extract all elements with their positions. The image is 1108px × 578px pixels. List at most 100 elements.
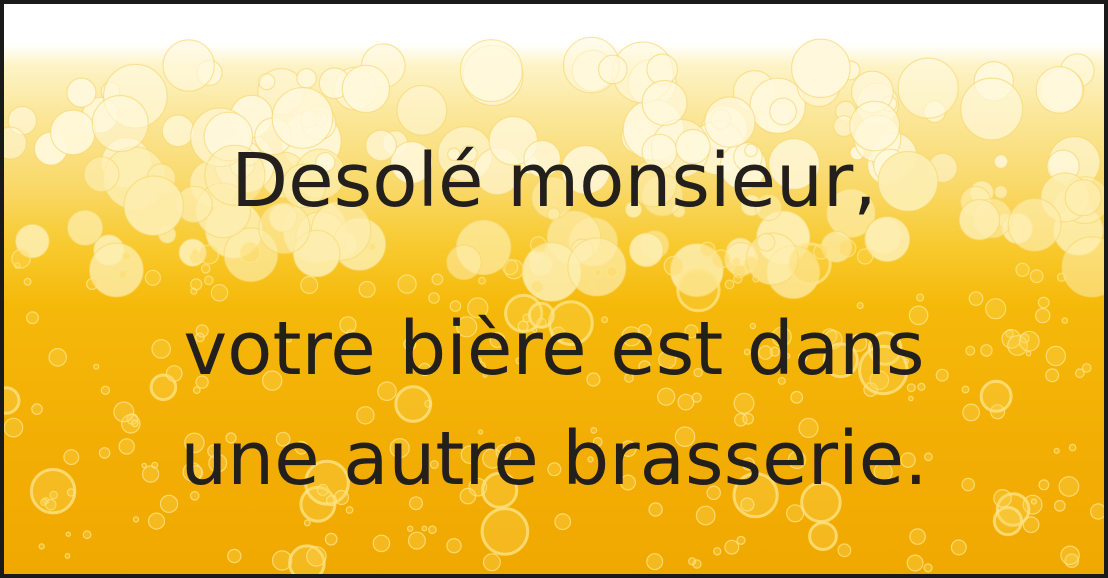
beer-bubble <box>4 386 21 415</box>
beer-bubble <box>676 267 721 313</box>
beer-bubble <box>38 543 45 550</box>
beer-bubble <box>1053 499 1066 512</box>
beer-bubble <box>906 554 924 572</box>
beer-bubble <box>421 525 428 532</box>
beer-bubble <box>159 494 179 514</box>
beer-bubble <box>724 279 735 290</box>
beer-bubble <box>502 259 519 276</box>
beer-bubble <box>407 525 414 532</box>
beer-bubble <box>372 534 391 553</box>
foam-bubble <box>459 39 523 103</box>
beer-bubble <box>687 557 697 566</box>
foam-bubble <box>66 77 97 108</box>
beer-bubble <box>530 280 544 293</box>
foam-bubble <box>341 64 391 114</box>
foam-bubble <box>258 73 276 91</box>
foam-bubble <box>162 39 215 92</box>
beer-bubble <box>594 268 602 277</box>
beer-bubble <box>699 241 716 258</box>
message-line-2: votre bière est dans <box>183 306 925 392</box>
beer-bubble <box>1029 269 1044 284</box>
beer-bubble <box>743 256 759 272</box>
beer-bubble <box>204 275 214 286</box>
beer-bubble <box>431 273 444 286</box>
beer-bubble <box>144 269 161 286</box>
beer-bubble <box>85 278 98 291</box>
beer-bubble <box>23 277 32 286</box>
beer-bubble <box>713 547 722 556</box>
foam-bubble <box>1035 66 1084 114</box>
beer-bubble <box>923 563 933 573</box>
beer-bubble <box>198 244 220 265</box>
beer-bubble <box>961 385 970 394</box>
foam-bubble <box>446 244 482 281</box>
foam-bubble <box>897 57 959 119</box>
beer-bubble <box>695 505 716 526</box>
foam-bubble <box>960 77 1024 141</box>
beer-bubble <box>100 385 111 395</box>
foam-bubble <box>88 242 144 298</box>
beer-bubble <box>790 390 804 404</box>
beer-bubble <box>691 392 702 403</box>
beer-bubble <box>227 548 242 564</box>
beer-bubble <box>482 553 501 572</box>
beer-bubble <box>324 532 338 546</box>
beer-bubble <box>113 401 135 423</box>
beer-bubble <box>968 291 984 307</box>
beer-bubble <box>306 546 327 567</box>
beer-card: Desolé monsieur, votre bière est dans un… <box>0 0 1108 578</box>
beer-bubble <box>1056 272 1067 282</box>
beer-bubble <box>303 519 311 527</box>
beer-bubble <box>118 269 128 279</box>
beer-bubble <box>82 530 92 540</box>
foam-bubble <box>756 232 776 252</box>
beer-bubble <box>1030 498 1038 505</box>
beer-bubble <box>428 525 437 535</box>
foam-bubble <box>597 54 628 85</box>
beer-bubble <box>428 292 440 304</box>
beer-bubble <box>838 238 857 258</box>
beer-bubble <box>711 249 731 269</box>
beer-bubble <box>606 265 619 278</box>
foam-bubble <box>296 68 317 89</box>
foam-bubble <box>567 237 627 297</box>
beer-bubble <box>210 283 229 302</box>
beer-bubble <box>962 403 980 422</box>
beer-bubble <box>190 287 198 295</box>
beer-bubble <box>736 535 746 546</box>
beer-bubble <box>1090 503 1104 520</box>
beer-bubble <box>239 242 261 264</box>
beer-bubble <box>529 236 547 253</box>
beer-bubble <box>909 528 926 545</box>
beer-bubble <box>646 553 664 571</box>
beer-bubble <box>397 274 417 294</box>
foam-bubble <box>641 79 688 126</box>
beer-bubble <box>724 539 740 555</box>
beer-bubble <box>1060 545 1080 566</box>
beer-bubble <box>950 539 967 556</box>
beer-bubble <box>808 521 838 551</box>
beer-bubble <box>480 507 530 556</box>
beer-bubble <box>915 293 925 302</box>
beer-bubble <box>11 248 31 269</box>
beer-bubble <box>147 512 166 530</box>
beer-bubble <box>200 263 211 274</box>
beer-bubble <box>733 392 755 414</box>
message-line-1: Desolé monsieur, <box>231 138 877 224</box>
beer-bubble <box>1015 262 1030 277</box>
beer-bubble <box>908 395 914 402</box>
beer-bubble <box>65 531 72 537</box>
foam-bubble <box>396 84 448 136</box>
beer-bubble <box>648 502 663 517</box>
beer-bubble <box>732 257 741 266</box>
beer-bubble <box>300 275 319 295</box>
beer-bubble <box>837 543 852 558</box>
beer-bubble <box>554 513 572 531</box>
beer-bubble <box>446 538 462 554</box>
beer-bubble <box>992 505 1024 537</box>
beer-bubble <box>813 244 829 260</box>
beer-bubble <box>589 281 595 287</box>
beer-bubble <box>345 506 354 514</box>
beer-bubble <box>677 393 695 411</box>
beer-bubble <box>752 275 760 283</box>
